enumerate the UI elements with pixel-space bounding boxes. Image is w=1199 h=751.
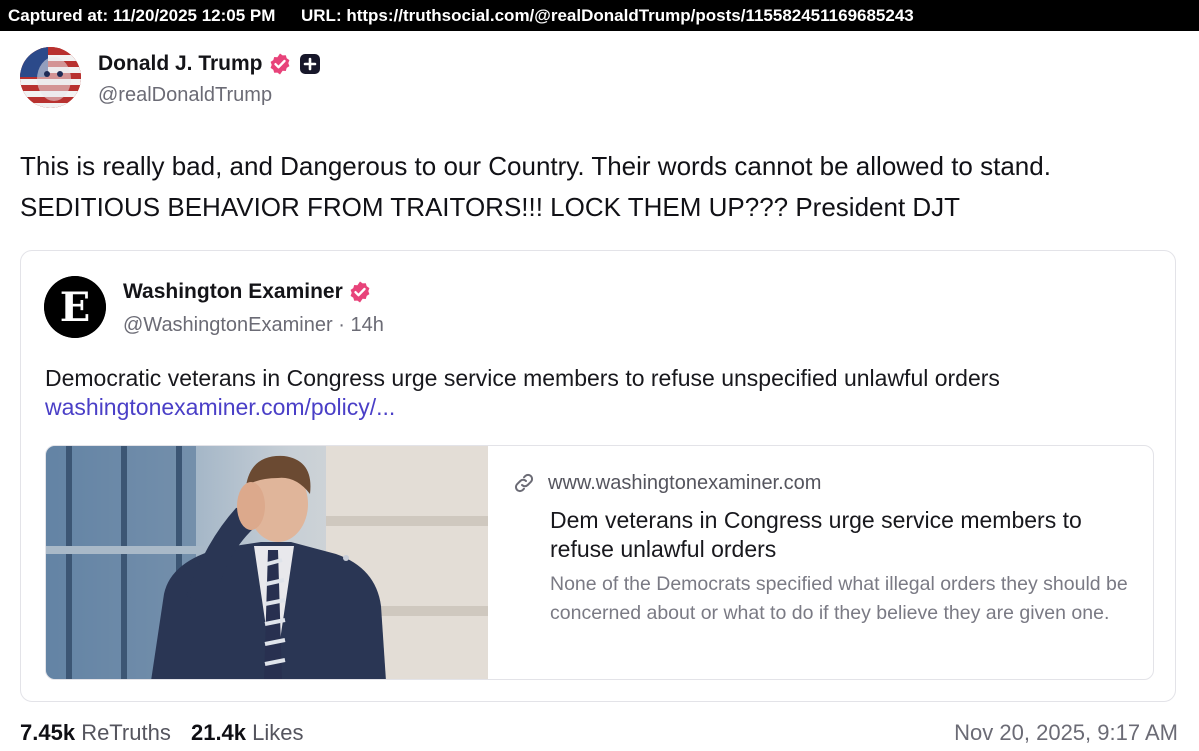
post-text-line-2: SEDITIOUS BEHAVIOR FROM TRAITORS!!! LOCK… bbox=[20, 192, 961, 222]
quoted-post-card[interactable]: E Washington Examiner @WashingtonExamine… bbox=[20, 250, 1176, 702]
post-text-line-1: This is really bad, and Dangerous to our… bbox=[20, 151, 1051, 181]
quote-author-avatar[interactable]: E bbox=[44, 276, 106, 338]
quote-text: Democratic veterans in Congress urge ser… bbox=[45, 365, 1000, 391]
author-name-row: Donald J. Trump bbox=[98, 50, 321, 78]
link-domain: www.washingtonexaminer.com bbox=[548, 471, 822, 494]
likes-label[interactable]: Likes bbox=[252, 720, 303, 745]
author-name[interactable]: Donald J. Trump bbox=[98, 52, 263, 76]
quote-author-name[interactable]: Washington Examiner bbox=[123, 280, 343, 304]
likes-count[interactable]: 21.4k bbox=[191, 720, 246, 745]
quote-avatar-letter: E bbox=[60, 284, 91, 331]
quote-separator: · bbox=[338, 314, 345, 336]
link-preview-image[interactable] bbox=[46, 446, 488, 679]
author-handle[interactable]: @realDonaldTrump bbox=[98, 84, 272, 107]
verified-badge-icon bbox=[268, 52, 292, 76]
post-body: This is really bad, and Dangerous to our… bbox=[20, 146, 1180, 228]
link-description: None of the Democrats specified what ill… bbox=[550, 573, 1128, 624]
verified-badge-icon bbox=[348, 280, 372, 304]
link-chain-icon bbox=[512, 471, 536, 495]
post-stats: 7.45k ReTruths 21.4k Likes bbox=[20, 720, 304, 746]
quote-link[interactable]: washingtonexaminer.com/policy/... bbox=[45, 394, 395, 421]
post-timestamp: Nov 20, 2025, 9:17 AM bbox=[954, 720, 1178, 745]
link-domain-row: www.washingtonexaminer.com bbox=[512, 471, 821, 495]
author-avatar[interactable] bbox=[20, 47, 81, 108]
quote-author-handle[interactable]: @WashingtonExaminer bbox=[123, 314, 333, 336]
capture-timestamp: Captured at: 11/20/2025 12:05 PM bbox=[8, 6, 276, 25]
quote-name-row: Washington Examiner bbox=[123, 280, 372, 304]
capture-url: URL: https://truthsocial.com/@realDonald… bbox=[301, 6, 914, 25]
retruths-label[interactable]: ReTruths bbox=[81, 720, 171, 745]
link-preview-card[interactable]: www.washingtonexaminer.com Dem veterans … bbox=[45, 445, 1154, 680]
quote-handle-row: @WashingtonExaminer · 14h bbox=[123, 314, 384, 337]
link-title[interactable]: Dem veterans in Congress urge service me… bbox=[550, 506, 1140, 564]
retruths-count[interactable]: 7.45k bbox=[20, 720, 75, 745]
capture-bar: Captured at: 11/20/2025 12:05 PM URL: ht… bbox=[0, 0, 1199, 31]
plus-badge-icon bbox=[299, 53, 321, 75]
quote-age: 14h bbox=[350, 314, 384, 336]
